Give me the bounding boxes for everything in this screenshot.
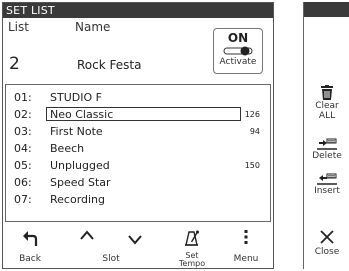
menu-button[interactable]: Menu: [219, 224, 273, 268]
list-name[interactable]: Rock Festa: [77, 58, 141, 72]
set-list-panel: SET LIST List Name 2 Rock Festa ON Activ…: [2, 2, 274, 269]
song-row[interactable]: 07: Recording: [6, 191, 270, 208]
song-row[interactable]: 01: STUDIO F: [6, 89, 270, 106]
menu-label: Menu: [233, 254, 259, 264]
insert-label: Insert: [314, 186, 340, 196]
slot-label: Slot: [102, 254, 120, 264]
trash-icon: [321, 85, 333, 100]
delete-arrow-icon: [317, 138, 337, 150]
close-button[interactable]: Close: [304, 229, 349, 257]
insert-arrow-icon: [317, 173, 337, 185]
song-tempo: 126: [244, 110, 260, 119]
panel-title: SET LIST: [3, 3, 273, 18]
song-name: First Note: [50, 125, 103, 138]
set-tempo-button[interactable]: Set Tempo: [165, 224, 219, 268]
song-name: STUDIO F: [50, 91, 102, 104]
song-name: Speed Star: [50, 176, 111, 189]
close-label: Close: [314, 247, 340, 257]
clear-all-line1: Clear: [315, 101, 339, 111]
list-number[interactable]: 2: [9, 54, 20, 74]
list-label: List: [8, 20, 29, 34]
slot-control: Slot: [57, 224, 165, 268]
song-name: Recording: [50, 193, 106, 206]
name-label: Name: [75, 20, 111, 34]
delete-label: Delete: [312, 151, 342, 161]
song-number: 04:: [14, 142, 32, 155]
activate-button[interactable]: ON Activate: [213, 28, 263, 74]
insert-button[interactable]: Insert: [304, 172, 349, 196]
song-name: Unplugged: [50, 159, 110, 172]
set-list-info: List Name 2 Rock Festa ON Activate: [3, 18, 273, 82]
song-row[interactable]: 04: Beech: [6, 140, 270, 157]
song-number: 05:: [14, 159, 32, 172]
metronome-icon: [185, 230, 199, 246]
clear-all-line2: ALL: [318, 111, 336, 121]
song-list[interactable]: 01: STUDIO F 02: Neo Classic 126 03: First Not…: [5, 84, 271, 222]
close-icon: [320, 230, 334, 244]
song-number: 02:: [14, 108, 32, 121]
song-tempo: 94: [249, 127, 260, 136]
activate-state: ON: [227, 31, 249, 45]
delete-button[interactable]: Delete: [304, 137, 349, 161]
chevron-down-icon[interactable]: [127, 233, 143, 245]
set-tempo-line2: Tempo: [178, 259, 206, 268]
song-number: 06:: [14, 176, 32, 189]
song-number: 03:: [14, 125, 32, 138]
side-panel: Clear ALL Delete Insert Close: [303, 2, 349, 269]
set-tempo-label: Set Tempo: [165, 252, 219, 268]
song-number: 07:: [14, 193, 32, 206]
chevron-up-icon[interactable]: [79, 229, 95, 241]
song-number: 01:: [14, 91, 32, 104]
activate-label: Activate: [219, 57, 257, 67]
song-row[interactable]: 06: Speed Star: [6, 174, 270, 191]
song-tempo: 150: [244, 161, 260, 170]
side-panel-titlebar: [304, 2, 349, 17]
kebab-menu-icon: [244, 230, 248, 244]
back-button[interactable]: Back: [3, 224, 57, 268]
back-label: Back: [19, 254, 41, 264]
song-name: Neo Classic: [50, 108, 114, 121]
back-arrow-icon: [23, 231, 38, 246]
song-row[interactable]: 03: First Note 94: [6, 123, 270, 140]
song-row[interactable]: 02: Neo Classic 126: [6, 106, 270, 123]
song-row[interactable]: 05: Unplugged 150: [6, 157, 270, 174]
footer-toolbar: Back Slot Set Tempo Menu: [3, 224, 273, 268]
toggle-switch-icon: [223, 46, 253, 56]
song-name: Beech: [50, 142, 85, 155]
clear-all-button[interactable]: Clear ALL: [304, 85, 349, 121]
